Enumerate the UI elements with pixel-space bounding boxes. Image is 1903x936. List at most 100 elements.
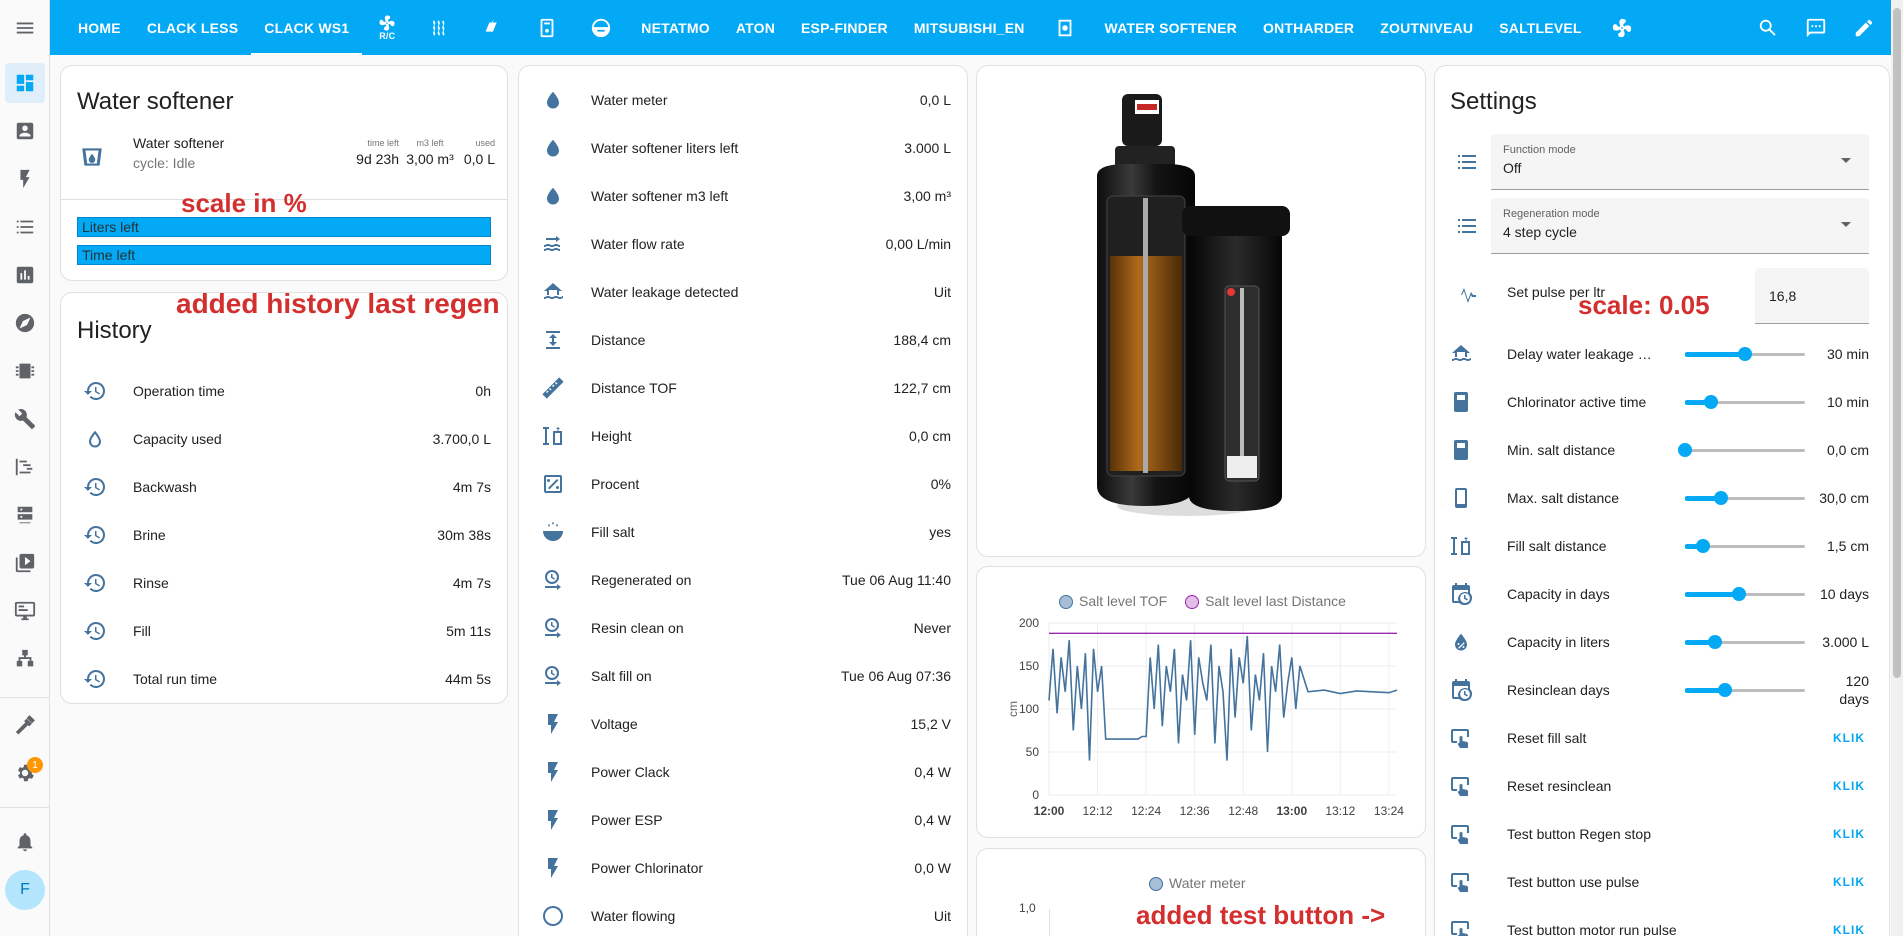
tab-water-heater[interactable]	[520, 0, 574, 55]
number-slider[interactable]	[1685, 392, 1805, 412]
entity-row[interactable]: Distance 188,4 cm	[519, 316, 967, 364]
chevron-down-icon	[1841, 158, 1851, 163]
tab-home[interactable]: HOME	[50, 0, 134, 55]
select-value: 4 step cycle	[1503, 224, 1577, 240]
select-label: Regeneration mode	[1503, 208, 1600, 220]
slider-knob[interactable]	[1717, 683, 1732, 697]
klik-button[interactable]: KLIK	[1833, 731, 1865, 745]
tab-zoutniveau[interactable]: ZOUTNIVEAU	[1367, 0, 1486, 55]
number-slider[interactable]	[1685, 536, 1805, 556]
klik-button[interactable]: KLIK	[1833, 827, 1865, 841]
entity-row[interactable]: Resin clean on Never	[519, 604, 967, 652]
sidebar-item-macs[interactable]	[5, 495, 45, 535]
entity-row[interactable]: Distance TOF 122,7 cm	[519, 364, 967, 412]
klik-button[interactable]: KLIK	[1833, 779, 1865, 793]
entity-row[interactable]: Power Clack 0,4 W	[519, 748, 967, 796]
function-mode-select[interactable]: Function mode Off	[1491, 134, 1869, 190]
number-slider[interactable]	[1678, 440, 1805, 460]
sidebar-item-map[interactable]	[5, 303, 45, 343]
entity-row[interactable]: Water flow rate 0,00 L/min	[519, 220, 967, 268]
sidebar-item-people[interactable]	[5, 111, 45, 151]
row-value: yes	[929, 524, 951, 540]
tab-water-softener[interactable]: WATER SOFTENER	[1092, 0, 1250, 55]
sidebar-item-tools[interactable]	[5, 399, 45, 439]
entity-row[interactable]: Height 0,0 cm	[519, 412, 967, 460]
history-row[interactable]: Operation time 0h	[61, 367, 507, 415]
sidebar-item-developer-tools[interactable]	[5, 705, 45, 745]
tab-aton[interactable]: ATON	[723, 0, 788, 55]
history-row[interactable]: Brine 30m 38s	[61, 511, 507, 559]
entity-row[interactable]: Water meter 0,0 L	[519, 76, 967, 124]
history-row[interactable]: Rinse 4m 7s	[61, 559, 507, 607]
klik-button[interactable]: KLIK	[1833, 875, 1865, 889]
slider-knob[interactable]	[1738, 347, 1752, 361]
avatar[interactable]: F	[5, 870, 45, 910]
tab-clack-less[interactable]: CLACK LESS	[134, 0, 251, 55]
tab-washing[interactable]	[1038, 0, 1092, 55]
entity-row[interactable]: Water flowing Uit	[519, 892, 967, 936]
sidebar-item-overview[interactable]	[5, 63, 45, 103]
entity-row[interactable]: Water leakage detected Uit	[519, 268, 967, 316]
number-slider[interactable]	[1685, 584, 1805, 604]
tab-esp-finder[interactable]: ESP-FINDER	[788, 0, 901, 55]
entity-row[interactable]: Water softener liters left 3.000 L	[519, 124, 967, 172]
sidebar-item-history[interactable]	[5, 255, 45, 295]
tab-solar[interactable]	[466, 0, 520, 55]
sidebar-item-terminal[interactable]	[5, 591, 45, 631]
salt-level-chart[interactable]: 0 50 100 150 200 12:00 12:12 12:24 12:36 12:48 13:…	[977, 567, 1426, 838]
sidebar-item-media[interactable]	[5, 543, 45, 583]
assist-icon[interactable]	[1805, 17, 1827, 39]
number-slider[interactable]	[1685, 488, 1805, 508]
sidebar-item-esphome[interactable]	[5, 351, 45, 391]
entity-row[interactable]: Power ESP 0,4 W	[519, 796, 967, 844]
tab-heating[interactable]	[412, 0, 466, 55]
sidebar-item-energy[interactable]	[5, 159, 45, 199]
slider-knob[interactable]	[1704, 395, 1719, 409]
slider-knob[interactable]	[1696, 539, 1710, 553]
legend-label-water-meter[interactable]: Water meter	[1169, 875, 1246, 891]
pulse-input[interactable]: 16,8	[1755, 268, 1869, 324]
water-softener-entity[interactable]	[79, 144, 109, 174]
entity-row[interactable]: Regenerated on Tue 06 Aug 11:40	[519, 556, 967, 604]
regeneration-mode-select[interactable]: Regeneration mode 4 step cycle	[1491, 198, 1869, 254]
history-row[interactable]: Capacity used 3.700,0 L	[61, 415, 507, 463]
tab-robot[interactable]	[574, 0, 628, 55]
klik-button[interactable]: KLIK	[1833, 923, 1865, 936]
menu-icon[interactable]	[0, 0, 50, 55]
slider-knob[interactable]	[1732, 587, 1746, 601]
sidebar-item-settings[interactable]: 1	[5, 753, 45, 793]
sidebar-item-notifications[interactable]	[5, 822, 45, 862]
scrollbar[interactable]	[1891, 0, 1903, 936]
tab-airco[interactable]: R/C	[362, 0, 412, 55]
tab-clack-ws1[interactable]: CLACK WS1	[251, 0, 363, 55]
slider-knob[interactable]	[1678, 443, 1692, 457]
history-row[interactable]: Total run time 44m 5s	[61, 655, 507, 703]
sidebar-item-gantt[interactable]	[5, 447, 45, 487]
entity-row[interactable]: Voltage 15,2 V	[519, 700, 967, 748]
entity-row[interactable]: Salt fill on Tue 06 Aug 07:36	[519, 652, 967, 700]
sidebar-item-logbook[interactable]	[5, 207, 45, 247]
number-slider[interactable]	[1685, 680, 1805, 700]
history-row[interactable]: Fill 5m 11s	[61, 607, 507, 655]
slider-knob[interactable]	[1714, 491, 1728, 505]
edit-icon[interactable]	[1853, 17, 1875, 39]
sidebar-item-network[interactable]	[5, 639, 45, 679]
slider-knob[interactable]	[1708, 635, 1722, 649]
entity-row[interactable]: Power Chlorinator 0,0 W	[519, 844, 967, 892]
search-icon[interactable]	[1757, 17, 1779, 39]
tab-netatmo[interactable]: NETATMO	[628, 0, 723, 55]
history-row[interactable]: Backwash 4m 7s	[61, 463, 507, 511]
button-row: Test button motor run pulse KLIK	[1435, 906, 1889, 936]
slider-value: 30,0 cm	[1819, 490, 1869, 506]
tab-saltlevel[interactable]: SALTLEVEL	[1486, 0, 1594, 55]
number-slider[interactable]	[1685, 632, 1805, 652]
tab-ontharder[interactable]: ONTHARDER	[1250, 0, 1367, 55]
entity-row[interactable]: Procent 0%	[519, 460, 967, 508]
tab-fan[interactable]	[1595, 0, 1649, 55]
number-slider[interactable]	[1685, 344, 1805, 364]
scrollbar-thumb[interactable]	[1893, 8, 1901, 678]
entity-row[interactable]: Fill salt yes	[519, 508, 967, 556]
entity-row[interactable]: Water softener m3 left 3,00 m³	[519, 172, 967, 220]
tab-mitsubishi[interactable]: MITSUBISHI_EN	[901, 0, 1038, 55]
top-tab-bar: HOME CLACK LESS CLACK WS1 R/C NETATMO AT…	[50, 0, 1903, 55]
